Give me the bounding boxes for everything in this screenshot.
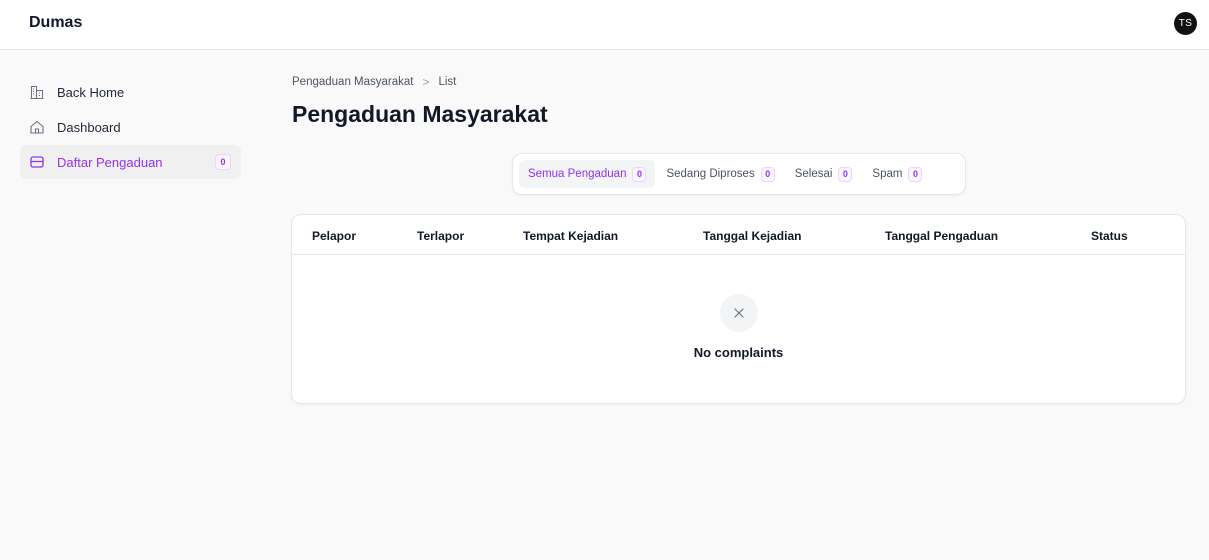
sidebar-item-dashboard[interactable]: Dashboard xyxy=(20,110,241,144)
column-header-tanggal-kejadian[interactable]: Tanggal Kejadian xyxy=(703,229,801,243)
sidebar-item-back-home[interactable]: Back Home xyxy=(20,75,241,109)
breadcrumb-parent[interactable]: Pengaduan Masyarakat xyxy=(292,76,413,88)
breadcrumb: Pengaduan Masyarakat > List xyxy=(292,75,456,89)
column-header-pelapor[interactable]: Pelapor xyxy=(312,229,356,243)
tab-sedang-diproses[interactable]: Sedang Diproses 0 xyxy=(657,160,783,188)
tab-spam[interactable]: Spam 0 xyxy=(863,160,931,188)
complaints-table: Pelapor Terlapor Tempat Kejadian Tanggal… xyxy=(291,214,1186,404)
close-icon xyxy=(719,294,758,332)
empty-message: No complaints xyxy=(693,345,784,360)
page-title: Pengaduan Masyarakat xyxy=(292,101,548,127)
sidebar-item-label: Daftar Pengaduan xyxy=(57,154,163,170)
status-tabs: Semua Pengaduan 0 Sedang Diproses 0 Sele… xyxy=(512,153,966,195)
column-header-terlapor[interactable]: Terlapor xyxy=(417,229,464,243)
top-bar: Dumas TS xyxy=(0,0,1209,50)
user-avatar[interactable]: TS xyxy=(1174,12,1197,35)
count-badge: 0 xyxy=(632,166,647,182)
count-badge: 0 xyxy=(215,154,231,170)
empty-state: No complaints xyxy=(292,294,1185,360)
count-badge: 0 xyxy=(838,166,853,182)
inbox-icon xyxy=(28,153,46,171)
count-badge: 0 xyxy=(760,166,775,182)
building-icon xyxy=(28,83,46,101)
brand-logo[interactable]: Dumas xyxy=(29,14,82,32)
table-header: Pelapor Terlapor Tempat Kejadian Tanggal… xyxy=(292,215,1185,255)
breadcrumb-current: List xyxy=(438,76,457,88)
tab-label: Semua Pengaduan xyxy=(528,168,627,180)
count-badge: 0 xyxy=(908,166,923,182)
column-header-tempat-kejadian[interactable]: Tempat Kejadian xyxy=(523,229,618,243)
column-header-tanggal-pengaduan[interactable]: Tanggal Pengaduan xyxy=(885,229,998,243)
sidebar-item-daftar-pengaduan[interactable]: Daftar Pengaduan 0 xyxy=(20,145,241,179)
chevron-right-icon: > xyxy=(422,75,430,89)
sidebar-item-label: Back Home xyxy=(57,84,125,100)
tab-selesai[interactable]: Selesai 0 xyxy=(786,160,862,188)
house-icon xyxy=(28,118,46,136)
sidebar-item-label: Dashboard xyxy=(57,119,121,135)
tab-label: Sedang Diproses xyxy=(666,168,755,180)
tab-label: Spam xyxy=(872,168,903,180)
column-header-status[interactable]: Status xyxy=(1091,229,1128,243)
tab-semua-pengaduan[interactable]: Semua Pengaduan 0 xyxy=(519,160,656,188)
sidebar: Back Home Dashboard Daftar Pengaduan 0 xyxy=(20,75,241,180)
tab-label: Selesai xyxy=(794,168,833,180)
